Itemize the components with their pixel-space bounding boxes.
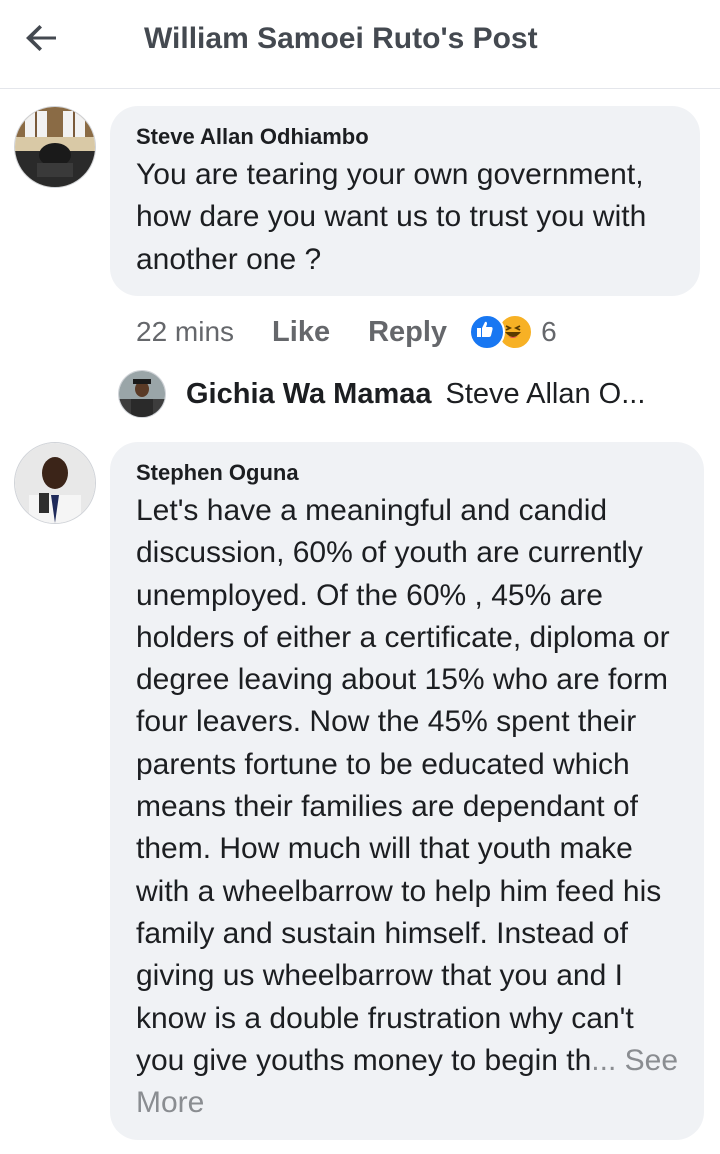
page-title: William Samoei Ruto's Post (144, 22, 538, 55)
comment-text: Let's have a meaningful and candid discu… (136, 490, 682, 1124)
avatar[interactable] (14, 106, 96, 188)
comment-text: You are tearing your own government, how… (136, 158, 647, 276)
reactions-summary[interactable]: 6 (469, 314, 557, 350)
profile-photo (15, 107, 95, 187)
comment-body: Let's have a meaningful and candid discu… (136, 494, 670, 1077)
reply-author[interactable]: Gichia Wa Mamaa (186, 378, 432, 411)
comment-author[interactable]: Steve Allan Odhiambo (136, 124, 678, 150)
comment-actions: 22 mins Like Reply 6 (136, 312, 557, 352)
comment-bubble: Stephen Oguna Let's have a meaningful an… (110, 442, 704, 1140)
comment-author[interactable]: Stephen Oguna (136, 460, 682, 486)
reply-preview[interactable]: Gichia Wa Mamaa Steve Allan O... (118, 370, 645, 418)
comment-timestamp[interactable]: 22 mins (136, 316, 234, 348)
ellipsis: ... (591, 1043, 617, 1077)
profile-photo (119, 371, 165, 417)
arrow-left-icon (26, 25, 56, 51)
like-button[interactable]: Like (272, 316, 330, 349)
avatar[interactable] (14, 442, 96, 524)
reply-button[interactable]: Reply (368, 316, 447, 349)
back-button[interactable] (22, 18, 70, 58)
profile-photo (15, 443, 95, 523)
avatar[interactable] (118, 370, 166, 418)
top-bar: William Samoei Ruto's Post (0, 0, 720, 89)
reply-text: Steve Allan O... (445, 377, 646, 410)
reaction-count: 6 (541, 316, 557, 347)
like-icon (469, 314, 506, 350)
comment-bubble: Steve Allan Odhiambo You are tearing you… (110, 106, 700, 296)
